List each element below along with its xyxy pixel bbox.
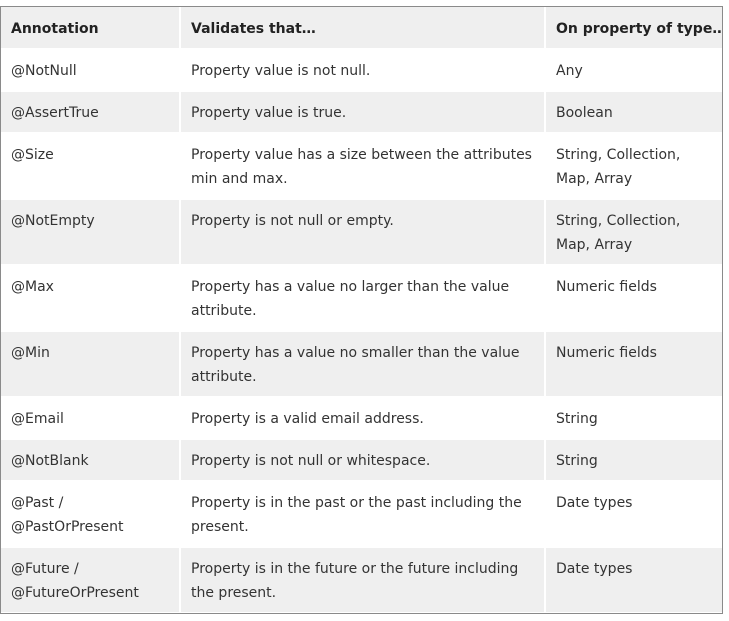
table-row: @Email Property is a valid email address… <box>1 398 722 440</box>
annotations-table: Annotation Validates that… On property o… <box>1 7 722 613</box>
header-property-type: On property of type… <box>546 7 722 50</box>
cell-validates-that: Property is a valid email address. <box>181 398 546 440</box>
cell-annotation: @Email <box>1 398 181 440</box>
table-row: @Past / @PastOrPresent Property is in th… <box>1 482 722 548</box>
annotations-table-frame: Annotation Validates that… On property o… <box>0 6 723 614</box>
cell-validates-that: Property has a value no larger than the … <box>181 266 546 332</box>
cell-property-type: String <box>546 398 722 440</box>
cell-property-type: String, Collection, Map, Array <box>546 200 722 266</box>
cell-annotation: @Size <box>1 134 181 200</box>
table-row: @Future / @FutureOrPresent Property is i… <box>1 548 722 613</box>
header-validates-that: Validates that… <box>181 7 546 50</box>
cell-property-type: Date types <box>546 548 722 613</box>
cell-validates-that: Property is not null or whitespace. <box>181 440 546 482</box>
table-row: @Size Property value has a size between … <box>1 134 722 200</box>
cell-property-type: Date types <box>546 482 722 548</box>
table-header-row: Annotation Validates that… On property o… <box>1 7 722 50</box>
cell-property-type: Any <box>546 50 722 92</box>
cell-validates-that: Property value has a size between the at… <box>181 134 546 200</box>
table-row: @AssertTrue Property value is true. Bool… <box>1 92 722 134</box>
cell-annotation: @NotEmpty <box>1 200 181 266</box>
table-row: @NotNull Property value is not null. Any <box>1 50 722 92</box>
cell-property-type: Numeric fields <box>546 332 722 398</box>
cell-property-type: String, Collection, Map, Array <box>546 134 722 200</box>
table-row: @Min Property has a value no smaller tha… <box>1 332 722 398</box>
cell-validates-that: Property is not null or empty. <box>181 200 546 266</box>
cell-validates-that: Property value is not null. <box>181 50 546 92</box>
table-row: @NotBlank Property is not null or whites… <box>1 440 722 482</box>
cell-annotation: @Min <box>1 332 181 398</box>
cell-validates-that: Property is in the future or the future … <box>181 548 546 613</box>
cell-validates-that: Property is in the past or the past incl… <box>181 482 546 548</box>
cell-annotation: @Past / @PastOrPresent <box>1 482 181 548</box>
cell-property-type: String <box>546 440 722 482</box>
cell-annotation: @AssertTrue <box>1 92 181 134</box>
cell-annotation: @Future / @FutureOrPresent <box>1 548 181 613</box>
cell-validates-that: Property value is true. <box>181 92 546 134</box>
table-row: @NotEmpty Property is not null or empty.… <box>1 200 722 266</box>
table-row: @Max Property has a value no larger than… <box>1 266 722 332</box>
cell-annotation: @NotBlank <box>1 440 181 482</box>
cell-property-type: Numeric fields <box>546 266 722 332</box>
cell-property-type: Boolean <box>546 92 722 134</box>
cell-annotation: @NotNull <box>1 50 181 92</box>
cell-validates-that: Property has a value no smaller than the… <box>181 332 546 398</box>
header-annotation: Annotation <box>1 7 181 50</box>
cell-annotation: @Max <box>1 266 181 332</box>
